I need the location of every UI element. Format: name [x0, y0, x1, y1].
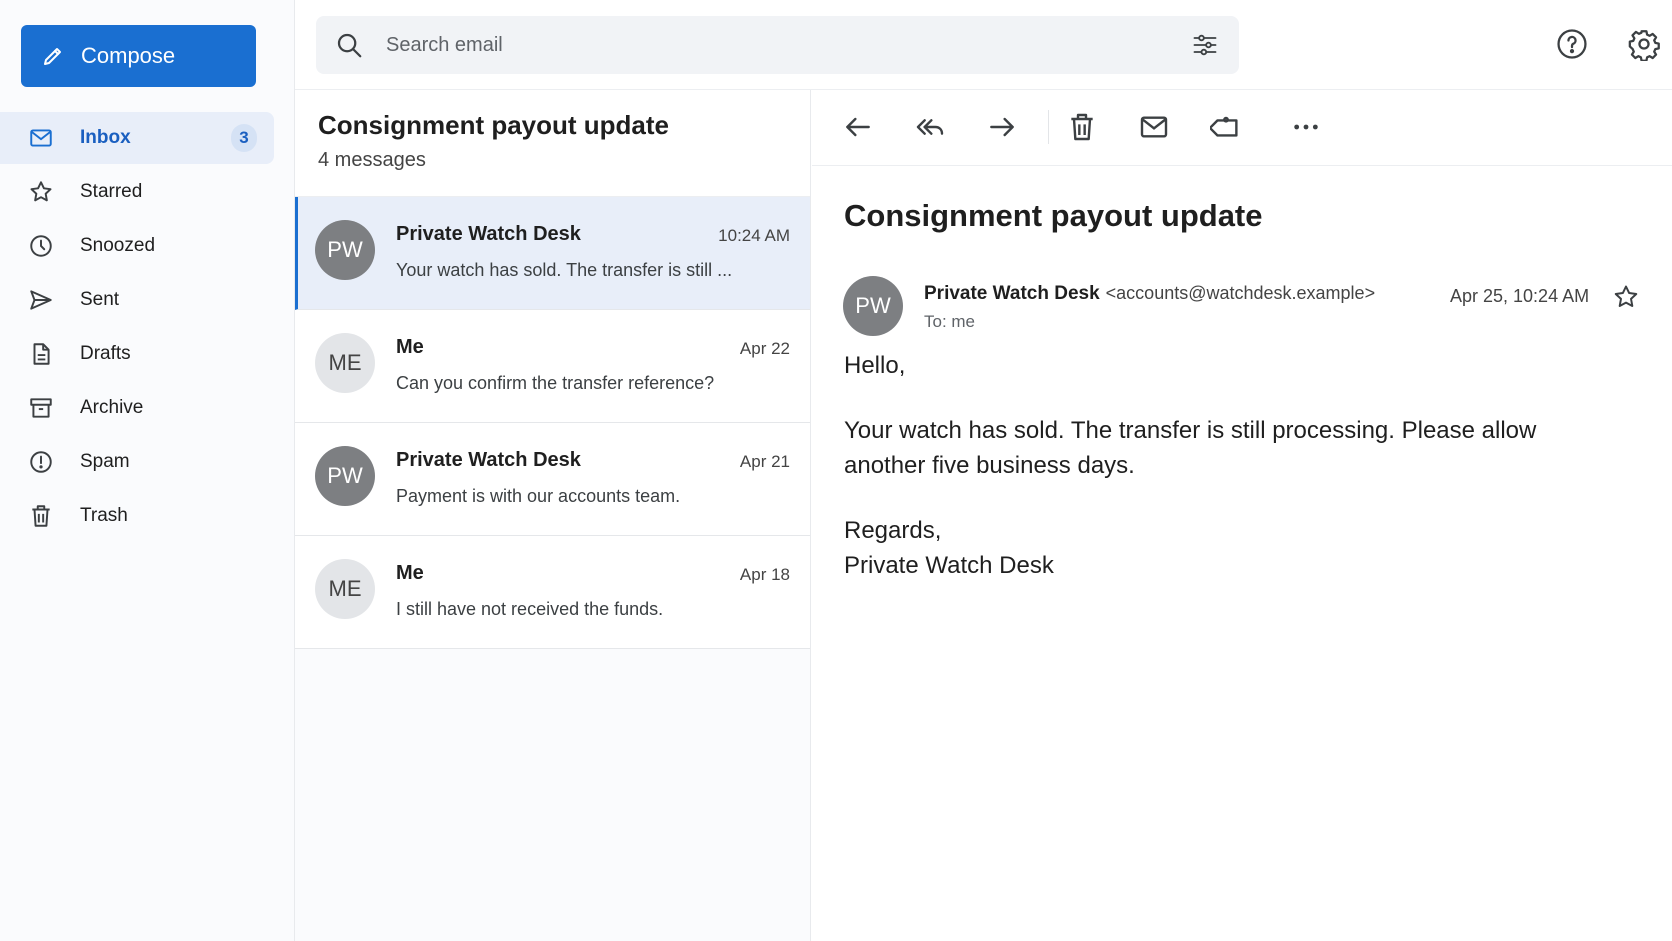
- delete-icon[interactable]: [1066, 111, 1098, 143]
- list-item[interactable]: PW Private Watch Desk Apr 21 Payment is …: [295, 423, 810, 536]
- compose-label: Compose: [81, 43, 176, 68]
- sidebar-item-sent[interactable]: Sent: [0, 274, 295, 326]
- sidebar-item-starred[interactable]: Starred: [0, 166, 295, 218]
- avatar: ME: [315, 559, 375, 619]
- label-tag-icon[interactable]: [1208, 111, 1242, 143]
- help-icon[interactable]: [1555, 27, 1589, 61]
- message-toolbar: [812, 90, 1672, 166]
- unread-count-badge: 3: [231, 124, 257, 152]
- message-sender: Private Watch Desk: [396, 223, 581, 245]
- message-snippet: I still have not received the funds.: [396, 599, 664, 619]
- more-options-icon[interactable]: [1290, 111, 1322, 143]
- sidebar-item-trash[interactable]: Trash: [0, 490, 295, 542]
- draft-icon: [28, 341, 54, 367]
- message-snippet: Your watch has sold. The transfer is sti…: [396, 260, 733, 280]
- sidebar-item-archive[interactable]: Archive: [0, 382, 295, 434]
- search-icon[interactable]: [334, 30, 364, 60]
- message-date: 10:24 AM: [718, 226, 790, 245]
- message-sender: Private Watch Desk: [396, 449, 581, 471]
- sidebar-item-label: Snoozed: [80, 235, 156, 256]
- list-item[interactable]: ME Me Apr 18 I still have not received t…: [295, 536, 810, 649]
- email-body: Hello, Your watch has sold. The transfer…: [844, 348, 1604, 583]
- thread-list: Consignment payout update 4 messages PW …: [295, 90, 811, 941]
- avatar: PW: [315, 220, 375, 280]
- email-signature: Private Watch Desk: [844, 552, 1054, 579]
- sender-name[interactable]: Private Watch Desk: [924, 283, 1100, 304]
- filter-options-icon[interactable]: [1191, 31, 1219, 59]
- sidebar-item-label: Sent: [80, 289, 120, 310]
- sender-info: Private Watch Desk <accounts@watchdesk.ex…: [924, 283, 1375, 305]
- list-item[interactable]: ME Me Apr 22 Can you confirm the transfe…: [295, 310, 810, 423]
- email-paragraph: Your watch has sold. The transfer is sti…: [844, 417, 1537, 479]
- sidebar-item-label: Drafts: [80, 343, 131, 364]
- search-input[interactable]: [386, 26, 1146, 64]
- sidebar-item-label: Inbox: [80, 127, 131, 148]
- sender-avatar: PW: [843, 276, 903, 336]
- sidebar-item-spam[interactable]: Spam: [0, 436, 295, 488]
- thread-header: Consignment payout update 4 messages: [295, 90, 810, 197]
- message-date: Apr 21: [739, 452, 790, 471]
- settings-icon[interactable]: [1627, 27, 1661, 62]
- compose-button[interactable]: Compose: [21, 25, 256, 87]
- pencil-icon: [44, 48, 61, 65]
- mark-unread-icon[interactable]: [1138, 111, 1170, 143]
- sidebar-item-label: Starred: [80, 181, 143, 202]
- sidebar-item-label: Archive: [80, 397, 144, 418]
- thread-title: Consignment payout update: [318, 110, 669, 140]
- email-subject: Consignment payout update: [844, 198, 1263, 233]
- message-snippet: Payment is with our accounts team.: [396, 486, 681, 506]
- message-count: 4 messages: [318, 149, 426, 171]
- email-greeting: Hello,: [844, 352, 906, 379]
- reply-all-icon[interactable]: [914, 111, 946, 143]
- avatar: PW: [315, 446, 375, 506]
- message-date: Apr 18: [739, 565, 790, 584]
- top-bar: [295, 0, 1672, 90]
- message-sender: Me: [396, 336, 424, 358]
- clock-icon: [28, 233, 54, 259]
- email-closing: Regards,: [844, 517, 942, 544]
- message-snippet: Can you confirm the transfer reference?: [396, 373, 715, 393]
- sidebar-item-snoozed[interactable]: Snoozed: [0, 220, 295, 272]
- spam-icon: [28, 449, 54, 475]
- sidebar-nav: Inbox 3 Starred Snoozed Sent Drafts Arch…: [0, 112, 295, 544]
- message-sender: Me: [396, 562, 424, 584]
- sidebar-item-label: Spam: [80, 451, 130, 472]
- mail-icon: [28, 125, 54, 151]
- toolbar-divider: [1048, 110, 1049, 144]
- message-date: Apr 22: [739, 339, 790, 358]
- sidebar-item-inbox[interactable]: Inbox 3: [0, 112, 274, 164]
- forward-arrow-icon[interactable]: [986, 111, 1018, 143]
- sender-address: <accounts@watchdesk.example>: [1105, 283, 1376, 303]
- send-icon: [28, 287, 54, 313]
- list-item[interactable]: PW Private Watch Desk 10:24 AM Your watc…: [295, 197, 810, 310]
- email-date: Apr 25, 10:24 AM: [1450, 286, 1590, 306]
- search-bar: [316, 16, 1239, 74]
- star-icon: [28, 179, 54, 205]
- back-arrow-icon[interactable]: [842, 111, 874, 143]
- avatar: ME: [315, 333, 375, 393]
- archive-icon: [28, 395, 54, 421]
- trash-icon: [28, 503, 54, 529]
- star-icon[interactable]: [1612, 283, 1640, 311]
- reading-pane: Consignment payout update PW Private Wat…: [812, 90, 1672, 941]
- sidebar-item-label: Trash: [80, 505, 128, 526]
- recipient-line[interactable]: To: me: [924, 312, 975, 332]
- sidebar-item-drafts[interactable]: Drafts: [0, 328, 295, 380]
- sidebar: Compose Inbox 3 Starred Snoozed Sent Dra…: [0, 0, 295, 941]
